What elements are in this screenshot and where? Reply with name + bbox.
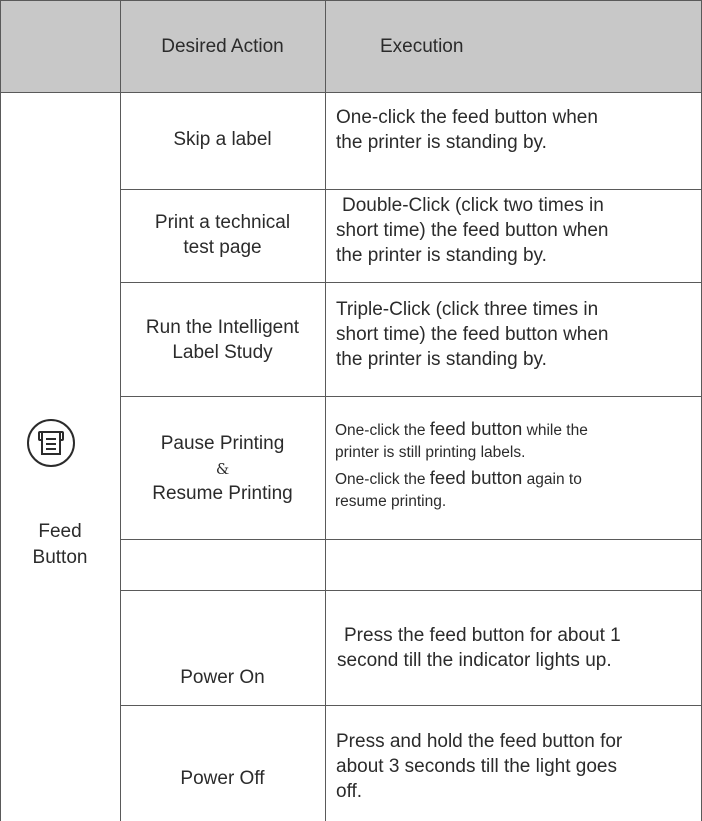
row-label-study-exec-3: the printer is standing by. [336,349,547,370]
row-power-off-exec-1: Press and hold the feed button for [336,731,623,752]
row-label-study-exec-2: short time) the feed button when [336,324,609,345]
row-power-off-action: Power Off [180,768,265,789]
row-power-off-exec-2: about 3 seconds till the light goes [336,756,617,777]
feature-label-line2: Button [32,547,88,568]
row-power-on-exec-2: second till the indicator lights up. [337,650,612,671]
row-pause-exec-3: One-click the feed button again to [335,467,582,488]
row-test-page-exec-3: the printer is standing by. [336,245,547,266]
row-test-page-exec-2: short time) the feed button when [336,220,609,241]
row-test-page-action-2: test page [183,237,262,258]
header-row [0,0,702,93]
row-pause-exec-2: printer is still printing labels. [335,444,526,461]
row-pause-exec-1: One-click the feed button while the [335,418,588,439]
row-skip-label-exec-1: One-click the feed button when [336,107,598,128]
row-pause-action-1: Pause Printing [160,433,285,454]
header-desired-action: Desired Action [161,36,284,57]
feature-label-line1: Feed [38,521,82,542]
row-power-on-action: Power On [180,667,265,688]
row-pause-action-amp: & [215,460,230,478]
feed-button-table: Desired Action Execution Feed Button Ski… [0,0,702,821]
row-label-study-exec-1: Triple-Click (click three times in [336,299,599,320]
row-label-study-action-2: Label Study [172,342,273,363]
row-skip-label-action: Skip a label [173,129,272,150]
header-execution: Execution [380,36,464,57]
printer-feed-icon [27,419,75,467]
row-pause-exec-4: resume printing. [335,493,447,510]
row-skip-label-exec-2: the printer is standing by. [336,132,547,153]
row-power-off-exec-3: off. [336,781,363,802]
row-pause-action-2: Resume Printing [152,483,293,504]
row-test-page-action-1: Print a technical [154,212,291,233]
row-label-study-action-1: Run the Intelligent [145,317,300,338]
row-test-page-exec-1: Double-Click (click two times in [342,195,604,216]
row-power-on-exec-1: Press the feed button for about 1 [344,625,621,646]
